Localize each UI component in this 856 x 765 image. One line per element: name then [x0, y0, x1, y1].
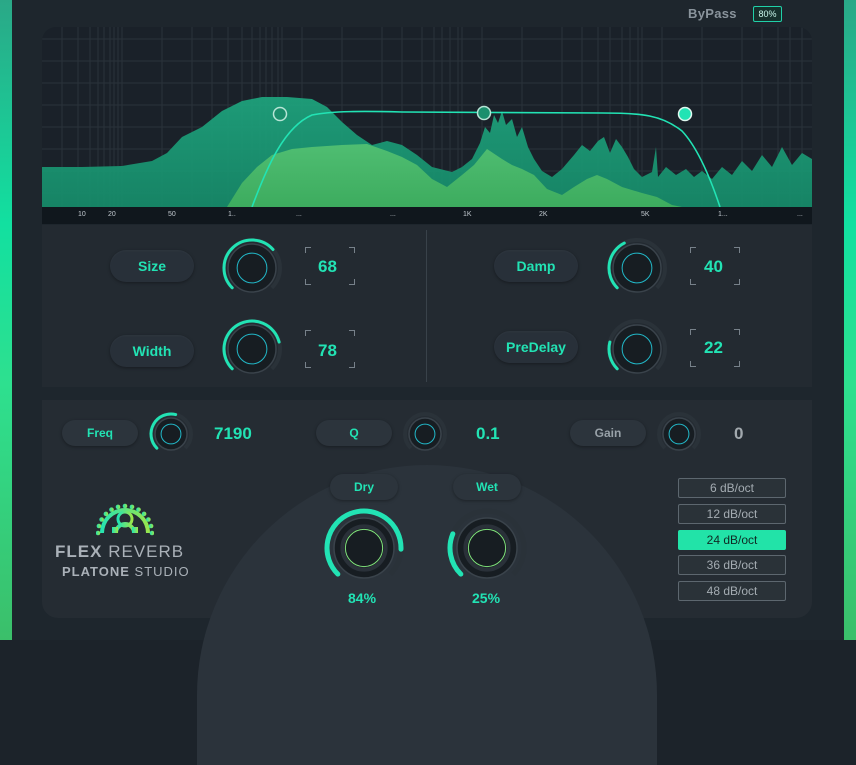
slope-option-12[interactable]: 12 dB/oct — [678, 504, 786, 524]
width-label: Width — [110, 335, 194, 367]
gain-knob[interactable] — [656, 411, 702, 462]
product-name: FLEX REVERB — [55, 542, 185, 561]
damp-value[interactable]: 40 — [704, 257, 723, 277]
eq-node-1[interactable] — [272, 106, 288, 122]
freq-label: Freq — [62, 420, 138, 446]
frequency-axis: 10 20 50 1........ 1K 2K 5K 1...... — [42, 207, 812, 224]
frequency-tick-label: 10 — [78, 211, 86, 218]
predelay-value[interactable]: 22 — [704, 338, 723, 358]
brand-logo-icon — [96, 503, 154, 536]
studio-name: PLATONE STUDIO — [62, 564, 190, 579]
damp-label: Damp — [494, 250, 578, 282]
left-edge-glow — [0, 0, 12, 640]
slope-option-36[interactable]: 36 dB/oct — [678, 555, 786, 575]
wet-label: Wet — [453, 474, 521, 500]
q-value[interactable]: 0.1 — [476, 424, 500, 444]
freq-knob[interactable] — [148, 411, 194, 462]
dry-label: Dry — [330, 474, 398, 500]
dry-value[interactable]: 84% — [348, 590, 376, 606]
frequency-tick-label: 1K — [463, 211, 472, 218]
eq-node-3[interactable] — [677, 106, 693, 122]
frequency-tick-label: 5K — [641, 211, 650, 218]
size-label: Size — [110, 250, 194, 282]
slope-option-6[interactable]: 6 dB/oct — [678, 478, 786, 498]
q-label: Q — [316, 420, 392, 446]
frequency-tick-label: 2K — [539, 211, 548, 218]
damp-knob[interactable] — [606, 237, 668, 304]
spectrum-analyzer[interactable]: 10 20 50 1........ 1K 2K 5K 1...... — [42, 27, 812, 224]
q-knob[interactable] — [402, 411, 448, 462]
size-knob[interactable] — [221, 237, 283, 304]
spectrum-graph — [42, 27, 812, 207]
bypass-value-badge[interactable]: 80% — [753, 6, 782, 22]
slope-option-48[interactable]: 48 dB/oct — [678, 581, 786, 601]
frequency-tick-label: ... — [797, 211, 803, 218]
width-knob[interactable] — [221, 318, 283, 385]
frequency-tick-label: 1... — [718, 211, 728, 218]
size-value[interactable]: 68 — [318, 257, 337, 277]
slope-option-24[interactable]: 24 dB/oct — [678, 530, 786, 550]
wet-value[interactable]: 25% — [472, 590, 500, 606]
frequency-tick-label: 50 — [168, 211, 176, 218]
frequency-tick-label: 1.. — [228, 211, 236, 218]
frequency-tick-label: ... — [296, 211, 302, 218]
freq-value[interactable]: 7190 — [214, 424, 252, 444]
predelay-label: PreDelay — [494, 331, 578, 363]
frequency-tick-label: 20 — [108, 211, 116, 218]
wet-knob[interactable] — [447, 508, 527, 593]
panel-divider — [426, 230, 427, 382]
frequency-tick-label: ... — [390, 211, 396, 218]
predelay-knob[interactable] — [606, 318, 668, 385]
gain-value[interactable]: 0 — [734, 424, 743, 444]
width-value[interactable]: 78 — [318, 341, 337, 361]
gain-label: Gain — [570, 420, 646, 446]
dry-knob[interactable] — [324, 508, 404, 593]
bypass-label[interactable]: ByPass — [688, 6, 737, 21]
right-edge-glow — [844, 0, 856, 640]
eq-node-2[interactable] — [476, 105, 492, 121]
